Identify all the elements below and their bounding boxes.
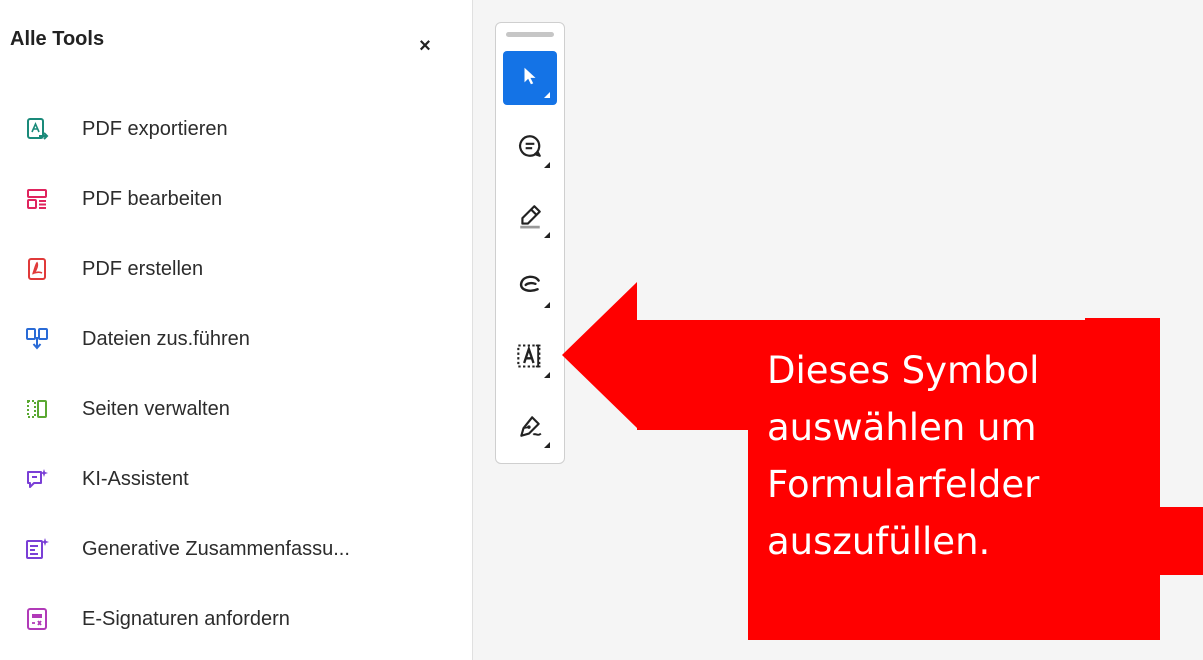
callout-line: auszufüllen. [767,520,991,563]
callout-line: Dieses Symbol [767,349,1040,392]
callout-line: Formularfelder [767,463,1040,506]
callout-text: Dieses Symbol auswählen um Formularfelde… [767,342,1157,570]
callout-line: auswählen um [767,406,1037,449]
